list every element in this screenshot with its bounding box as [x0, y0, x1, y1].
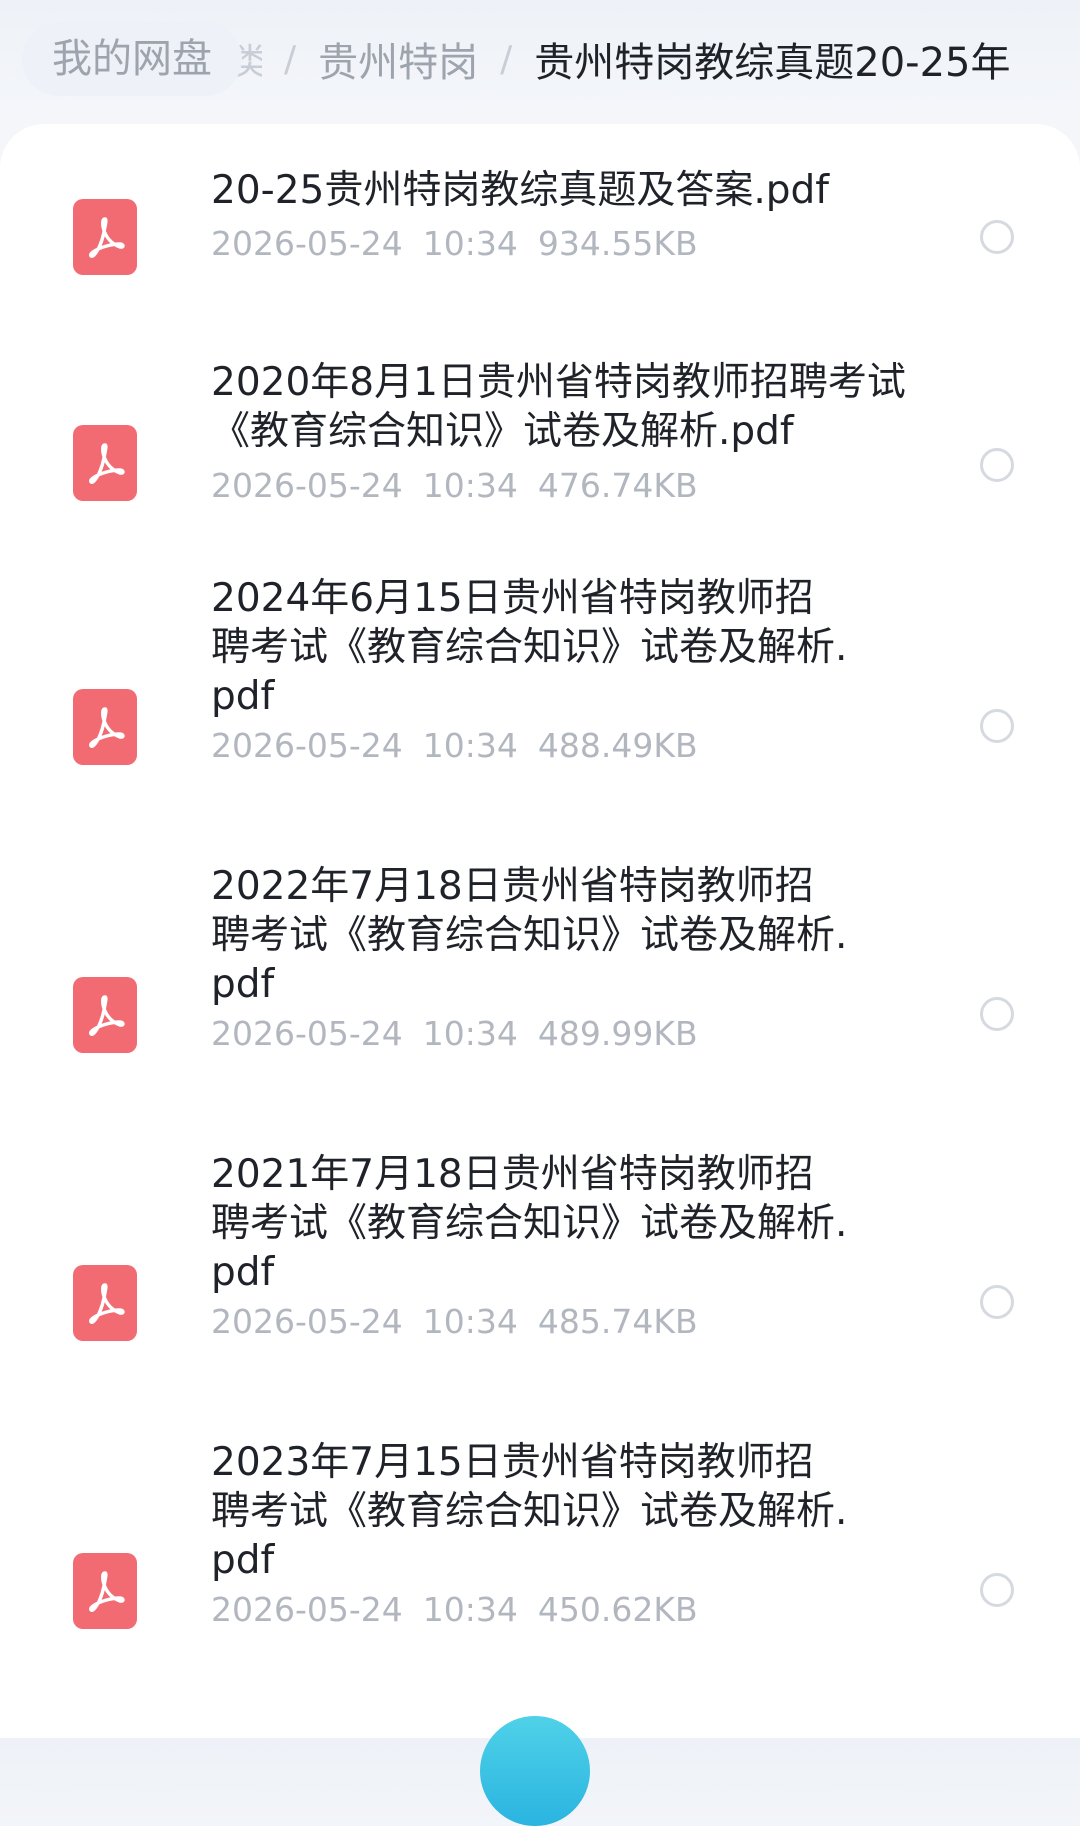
- file-size: 934.55KB: [537, 224, 698, 263]
- file-time: 10:34: [422, 726, 518, 765]
- pdf-icon: [73, 425, 137, 501]
- file-name: 2024年6月15日贵州省特岗教师招聘考试《教育综合知识》试卷及解析.pdf: [211, 576, 848, 719]
- select-radio[interactable]: [980, 997, 1014, 1031]
- file-meta: 2026-05-24 10:34 476.74KB: [211, 466, 718, 505]
- breadcrumb-separator: /: [284, 38, 297, 80]
- file-time: 10:34: [422, 224, 518, 263]
- file-name: 2023年7月15日贵州省特岗教师招聘考试《教育综合知识》试卷及解析.pdf: [211, 1440, 848, 1583]
- file-meta: 2026-05-24 10:34 489.99KB: [211, 1014, 718, 1053]
- select-radio[interactable]: [980, 448, 1014, 482]
- pdf-icon: [73, 1553, 137, 1629]
- file-name: 20-25贵州特岗教综真题及答案.pdf: [211, 168, 829, 213]
- file-item[interactable]: 2022年7月18日贵州省特岗教师招聘考试《教育综合知识》试卷及解析.pdf 2…: [0, 854, 1080, 1142]
- file-date: 2026-05-24: [211, 1302, 403, 1341]
- file-date: 2026-05-24: [211, 466, 403, 505]
- file-date: 2026-05-24: [211, 224, 403, 263]
- breadcrumb-root-my-drive[interactable]: 我的网盘: [22, 22, 242, 96]
- breadcrumb: 我的网盘 类 / 贵州特岗 / 贵州特岗教综真题20-25年: [0, 0, 1080, 118]
- file-size: 450.62KB: [537, 1590, 698, 1629]
- file-list: 20-25贵州特岗教综真题及答案.pdf 2026-05-24 10:34 934.…: [0, 124, 1080, 1738]
- file-name: 2020年8月1日贵州省特岗教师招聘考试《教育综合知识》试卷及解析.pdf: [211, 360, 906, 454]
- pdf-icon: [73, 689, 137, 765]
- floating-action-button[interactable]: [480, 1716, 590, 1826]
- file-meta: 2026-05-24 10:34 450.62KB: [211, 1590, 718, 1629]
- file-meta: 2026-05-24 10:34 485.74KB: [211, 1302, 718, 1341]
- file-item[interactable]: 2020年8月1日贵州省特岗教师招聘考试《教育综合知识》试卷及解析.pdf 20…: [0, 336, 1080, 566]
- select-radio[interactable]: [980, 220, 1014, 254]
- file-size: 489.99KB: [537, 1014, 698, 1053]
- file-item[interactable]: 2023年7月15日贵州省特岗教师招聘考试《教育综合知识》试卷及解析.pdf 2…: [0, 1430, 1080, 1738]
- breadcrumb-current-folder: 贵州特岗教综真题20-25年: [534, 40, 1011, 86]
- select-radio[interactable]: [980, 709, 1014, 743]
- file-meta: 2026-05-24 10:34 934.55KB: [211, 224, 718, 263]
- pdf-icon: [73, 1265, 137, 1341]
- file-size: 488.49KB: [537, 726, 698, 765]
- select-radio[interactable]: [980, 1573, 1014, 1607]
- file-time: 10:34: [422, 1014, 518, 1053]
- file-date: 2026-05-24: [211, 1014, 403, 1053]
- file-meta: 2026-05-24 10:34 488.49KB: [211, 726, 718, 765]
- pdf-icon: [73, 199, 137, 275]
- breadcrumb-separator: /: [500, 38, 513, 80]
- file-date: 2026-05-24: [211, 1590, 403, 1629]
- file-item[interactable]: 20-25贵州特岗教综真题及答案.pdf 2026-05-24 10:34 934.…: [0, 124, 1080, 336]
- file-date: 2026-05-24: [211, 726, 403, 765]
- file-item[interactable]: 2021年7月18日贵州省特岗教师招聘考试《教育综合知识》试卷及解析.pdf 2…: [0, 1142, 1080, 1430]
- file-name: 2021年7月18日贵州省特岗教师招聘考试《教育综合知识》试卷及解析.pdf: [211, 1152, 848, 1295]
- file-time: 10:34: [422, 1302, 518, 1341]
- file-size: 476.74KB: [537, 466, 698, 505]
- breadcrumb-parent-folder[interactable]: 贵州特岗: [318, 30, 478, 88]
- pdf-icon: [73, 977, 137, 1053]
- file-time: 10:34: [422, 1590, 518, 1629]
- select-radio[interactable]: [980, 1285, 1014, 1319]
- file-name: 2022年7月18日贵州省特岗教师招聘考试《教育综合知识》试卷及解析.pdf: [211, 864, 848, 1007]
- file-size: 485.74KB: [537, 1302, 698, 1341]
- file-time: 10:34: [422, 466, 518, 505]
- file-item[interactable]: 2024年6月15日贵州省特岗教师招聘考试《教育综合知识》试卷及解析.pdf 2…: [0, 566, 1080, 854]
